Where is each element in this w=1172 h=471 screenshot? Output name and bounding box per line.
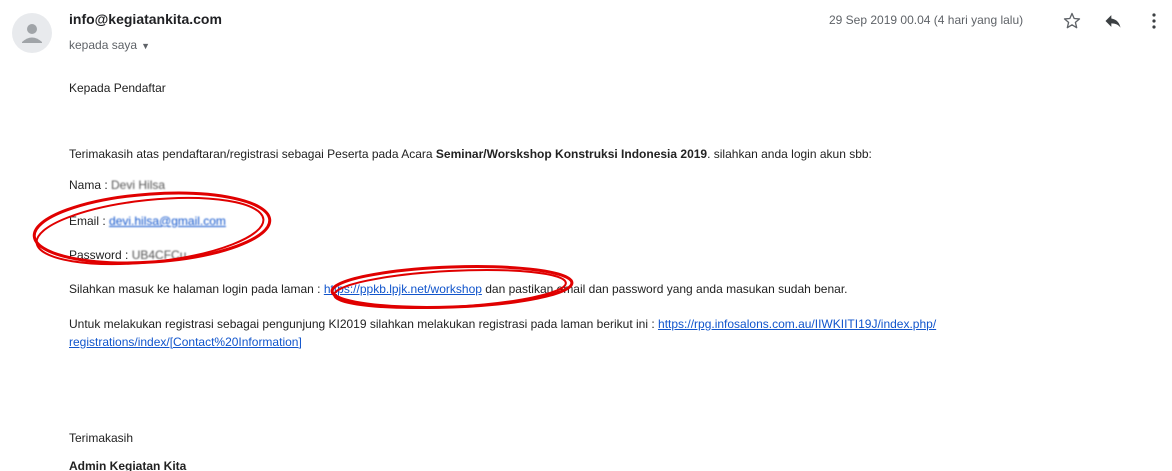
signature: Admin Kegiatan Kita bbox=[69, 459, 187, 471]
login-text: Silahkan masuk ke halaman login pada lam… bbox=[69, 282, 324, 296]
password-value: UB4CFCu bbox=[131, 248, 187, 262]
avatar[interactable] bbox=[12, 13, 52, 53]
password-line: Password : UB4CFCu bbox=[69, 248, 186, 262]
intro-paragraph: Terimakasih atas pendaftaran/registrasi … bbox=[69, 147, 872, 161]
nama-line: Nama : Devi Hilsa bbox=[69, 178, 165, 192]
nama-label: Nama : bbox=[69, 178, 112, 192]
registration-link[interactable]: https://rpg.infosalons.com.au/IIWKIITI19… bbox=[658, 317, 936, 331]
visitor-paragraph-cont: registrations/index/[Contact%20Informati… bbox=[69, 335, 302, 349]
sender-email[interactable]: info@kegiatankita.com bbox=[69, 11, 222, 27]
more-options-button[interactable] bbox=[1142, 10, 1166, 32]
visitor-paragraph: Untuk melakukan registrasi sebagai pengu… bbox=[69, 317, 936, 331]
annotation-marks bbox=[32, 191, 574, 309]
login-text-end: dan pastikan email dan password yang and… bbox=[481, 282, 848, 296]
email-label: Email : bbox=[69, 214, 110, 228]
person-icon bbox=[22, 24, 42, 43]
event-name: Seminar/Worskshop Konstruksi Indonesia 2… bbox=[435, 147, 708, 161]
workshop-link[interactable]: https://ppkb.lpjk.net/workshop bbox=[324, 282, 482, 296]
greeting: Kepada Pendaftar bbox=[69, 81, 166, 95]
star-icon bbox=[1063, 12, 1081, 29]
intro-text: Terimakasih atas pendaftaran/registrasi … bbox=[69, 147, 436, 161]
registration-link-cont[interactable]: registrations/index/[Contact%20Informati… bbox=[69, 335, 302, 349]
email-line: Email : devi.hilsa@gmail.com bbox=[69, 214, 226, 228]
recipient-label: kepada saya bbox=[69, 38, 138, 52]
password-label: Password : bbox=[69, 248, 132, 262]
visitor-text: Untuk melakukan registrasi sebagai pengu… bbox=[69, 317, 659, 331]
login-paragraph: Silahkan masuk ke halaman login pada lam… bbox=[69, 282, 848, 296]
caret-down-icon[interactable]: ▼ bbox=[141, 41, 150, 51]
recipient-line[interactable]: kepada saya ▼ bbox=[69, 38, 150, 52]
reply-icon bbox=[1105, 15, 1121, 28]
intro-text-end: . silahkan anda login akun sbb: bbox=[707, 147, 872, 161]
email-date: 29 Sep 2019 00.04 (4 hari yang lalu) bbox=[829, 13, 1024, 27]
reply-button[interactable] bbox=[1101, 10, 1125, 32]
closing: Terimakasih bbox=[69, 431, 134, 445]
email-link[interactable]: devi.hilsa@gmail.com bbox=[109, 214, 226, 228]
nama-value: Devi Hilsa bbox=[111, 178, 166, 192]
more-vertical-icon bbox=[1152, 13, 1156, 29]
star-button[interactable] bbox=[1060, 10, 1084, 32]
